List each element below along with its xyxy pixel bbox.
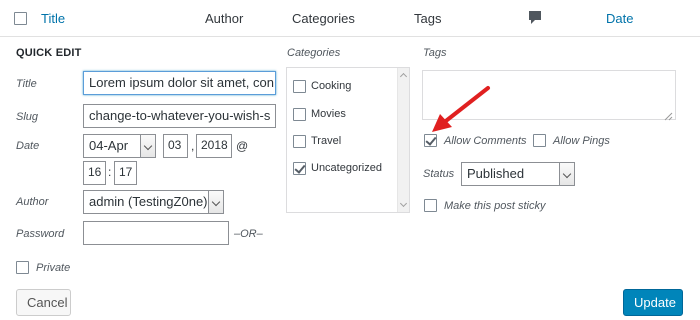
password-input[interactable] bbox=[83, 221, 229, 245]
allow-pings-checkbox[interactable] bbox=[533, 134, 546, 147]
minute-input[interactable]: 17 bbox=[114, 161, 137, 185]
allow-pings-label: Allow Pings bbox=[553, 135, 610, 147]
category-label: Uncategorized bbox=[311, 162, 382, 174]
hour-input[interactable]: 16 bbox=[83, 161, 106, 185]
table-header: Title Author Categories Tags Date bbox=[0, 0, 700, 37]
private-checkbox[interactable] bbox=[16, 261, 29, 274]
annotation-arrow-icon bbox=[432, 86, 490, 132]
category-checkbox[interactable] bbox=[293, 108, 306, 121]
status-select-value: Published bbox=[467, 166, 525, 181]
comment-bubble-icon[interactable] bbox=[528, 10, 542, 31]
category-checkbox[interactable] bbox=[293, 80, 306, 93]
scroll-up-icon[interactable] bbox=[398, 68, 409, 82]
column-author: Author bbox=[205, 11, 244, 26]
slug-input[interactable]: change-to-whatever-you-wish-s bbox=[83, 104, 276, 128]
column-title-sort[interactable]: Title bbox=[41, 11, 65, 26]
category-label: Travel bbox=[311, 135, 342, 147]
category-label: Cooking bbox=[311, 80, 352, 92]
category-label: Movies bbox=[311, 108, 346, 120]
sticky-checkbox[interactable] bbox=[424, 199, 437, 212]
date-label: Date bbox=[16, 140, 40, 152]
private-label: Private bbox=[36, 262, 71, 274]
month-select-value: 04-Apr bbox=[89, 138, 129, 153]
allow-comments-label: Allow Comments bbox=[444, 135, 527, 147]
select-all-checkbox[interactable] bbox=[14, 12, 27, 25]
quick-edit-heading: QUICK EDIT bbox=[16, 47, 82, 59]
date-comma: , bbox=[191, 139, 195, 153]
password-label: Password bbox=[16, 228, 65, 240]
day-input[interactable]: 03 bbox=[163, 134, 188, 158]
or-separator: –OR– bbox=[234, 228, 263, 240]
categories-list[interactable]: Cooking Movies Travel Uncategorized bbox=[286, 67, 410, 213]
author-select-value: admin (TestingZ0ne) bbox=[89, 194, 208, 209]
update-button[interactable]: Update bbox=[623, 289, 683, 316]
year-input[interactable]: 2018 bbox=[196, 134, 232, 158]
category-checkbox[interactable] bbox=[293, 162, 306, 175]
title-input[interactable]: Lorem ipsum dolor sit amet, con bbox=[83, 71, 276, 95]
scroll-down-icon[interactable] bbox=[398, 198, 409, 212]
status-label: Status bbox=[423, 168, 455, 180]
chevron-down-icon bbox=[140, 134, 156, 158]
category-checkbox[interactable] bbox=[293, 135, 306, 148]
time-colon: : bbox=[108, 165, 112, 179]
tags-heading: Tags bbox=[423, 47, 447, 59]
slug-label: Slug bbox=[16, 111, 39, 123]
categories-heading: Categories bbox=[287, 47, 341, 59]
author-label: Author bbox=[16, 196, 49, 208]
resize-handle-icon[interactable] bbox=[664, 108, 673, 126]
cancel-button[interactable]: Cancel bbox=[16, 289, 71, 316]
sticky-label: Make this post sticky bbox=[444, 200, 546, 212]
categories-scrollbar[interactable] bbox=[397, 68, 409, 212]
month-select[interactable]: 04-Apr bbox=[83, 134, 156, 158]
column-categories: Categories bbox=[292, 11, 355, 26]
title-label: Title bbox=[16, 78, 37, 90]
date-at: @ bbox=[236, 139, 249, 153]
status-select[interactable]: Published bbox=[461, 162, 575, 186]
chevron-down-icon bbox=[208, 190, 224, 214]
chevron-down-icon bbox=[559, 162, 575, 186]
author-select[interactable]: admin (TestingZ0ne) bbox=[83, 190, 224, 214]
column-date-sort[interactable]: Date bbox=[606, 11, 633, 26]
column-tags: Tags bbox=[414, 11, 442, 26]
